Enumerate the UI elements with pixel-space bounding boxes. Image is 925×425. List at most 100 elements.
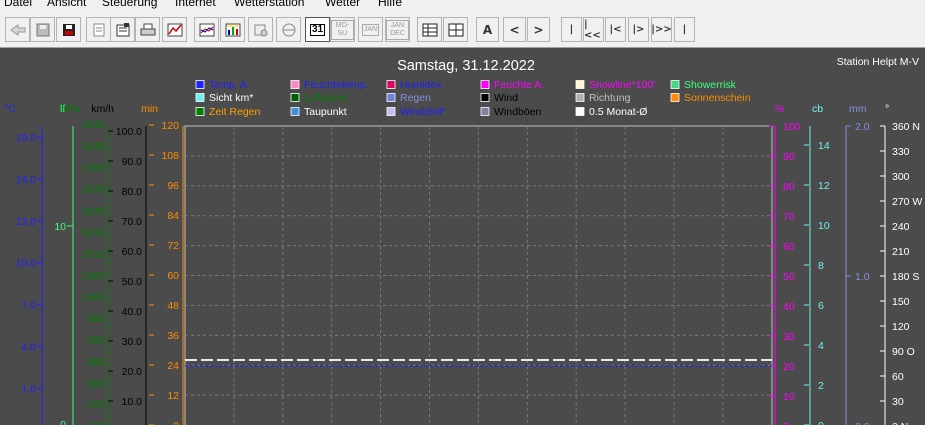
period-day-button[interactable]: 31 <box>305 17 330 42</box>
axis-tick-hpa: 1040 <box>82 119 106 131</box>
back-button[interactable] <box>5 17 30 42</box>
disk-button[interactable] <box>56 17 81 42</box>
axis-tick-hpa: 970 <box>87 421 105 425</box>
menu-wetterstation[interactable]: Wetterstation <box>234 0 304 10</box>
nav-button-5[interactable]: | <box>674 17 695 42</box>
axis-tick-hpa: 990 <box>87 335 105 347</box>
chart-colors-button[interactable] <box>194 17 219 42</box>
axis-tick-temp: 4.0 <box>21 341 36 353</box>
axis-tick-pct: 20 <box>783 361 795 373</box>
axis-tick-hpa: 980 <box>87 378 105 390</box>
period-month-button[interactable]: JAN <box>358 17 383 42</box>
legend-swatch <box>480 93 490 102</box>
axis-tick-temp: 7.0 <box>21 300 36 312</box>
axis-unit-pct: % <box>775 103 784 115</box>
axis-tick-hpa: 1000 <box>82 292 106 304</box>
axis-tick-hpa: 975 <box>87 399 105 411</box>
print-icon <box>139 22 157 38</box>
axis-tick-cb: 2 <box>818 380 824 392</box>
nav-label-0: | <box>569 24 574 35</box>
chart-sun-button[interactable] <box>248 17 273 42</box>
legend-label: Snowline*100' <box>589 79 655 91</box>
legend-swatch <box>575 107 585 116</box>
legend-label: Zeit Regen <box>209 106 261 118</box>
menu-internet[interactable]: Internet <box>175 0 216 10</box>
axis-tick-dir: 360 N <box>892 121 920 133</box>
minmax-table-button[interactable] <box>443 17 468 42</box>
axis-tick-hpa: 1025 <box>82 184 106 196</box>
legend-swatch <box>290 80 300 89</box>
legend-label: Windböen <box>494 106 541 118</box>
legend-swatch <box>480 80 490 89</box>
minmax-table-icon <box>447 22 465 38</box>
menu-steuerung[interactable]: Steuerung <box>102 0 157 10</box>
axis-tick-temp: 1.0 <box>21 383 36 395</box>
chart-bar-button[interactable] <box>220 17 245 42</box>
chart-colors-icon <box>198 22 216 38</box>
circle-button[interactable] <box>276 17 301 42</box>
axis-tick-pct: 40 <box>783 301 795 313</box>
nav-button-0[interactable]: | <box>561 17 582 42</box>
legend-swatch <box>480 107 490 116</box>
axis-tick-min: 84 <box>167 210 179 222</box>
nav-button-4[interactable]: |>> <box>651 17 672 42</box>
save-button[interactable] <box>30 17 55 42</box>
axis-tick-kmh: 70.0 <box>122 216 143 228</box>
axis-tick-min: 96 <box>167 180 179 192</box>
axis-tick-kmh: 60.0 <box>122 246 143 258</box>
legend-swatch <box>290 93 300 102</box>
legend-swatch <box>195 107 205 116</box>
axis-tick-dir: 270 W <box>892 196 922 208</box>
period-week-button[interactable]: MO-SU <box>330 17 355 42</box>
axis-tick-pct: 0 <box>783 421 789 425</box>
app-window: Datei Ansicht Steuerung Internet Wetterstati… <box>0 0 925 425</box>
menu-ansicht[interactable]: Ansicht <box>47 0 86 10</box>
menu-hilfe[interactable]: Hilfe <box>378 0 402 10</box>
legend-swatch <box>290 107 300 116</box>
nav-button-1[interactable]: |<< <box>583 17 604 42</box>
print-button[interactable] <box>135 17 160 42</box>
axis-tick-hpa: 985 <box>87 356 105 368</box>
legend-swatch <box>386 93 396 102</box>
next-button[interactable]: > <box>527 17 550 42</box>
chart-button[interactable] <box>162 17 187 42</box>
axis-tick-cb: 6 <box>818 300 824 312</box>
legend-label: Feuchtetemp. <box>304 79 368 91</box>
legend-label: Humidex <box>400 79 442 91</box>
axis-tick-hpa: 1010 <box>82 248 106 260</box>
axis-unit-dir: ° <box>885 103 889 115</box>
period-year-button[interactable]: JAN DEC <box>385 17 410 42</box>
axis-tick-kmh: 100.0 <box>116 126 142 138</box>
axis-tick-hpa: 1030 <box>82 162 106 174</box>
axis-tick-cb: 4 <box>818 340 824 352</box>
axis-tick-hpa: 1035 <box>82 141 106 153</box>
axis-tick-dir: 180 S <box>892 271 919 283</box>
prev-button-label: < <box>509 22 520 37</box>
legend-swatch <box>575 93 585 102</box>
nav-button-2[interactable]: |< <box>605 17 626 42</box>
legend-label: Feuchte A. <box>494 79 544 91</box>
axis-tick-pct: 50 <box>783 271 795 283</box>
axis-tick-min: 120 <box>161 120 179 132</box>
text-button[interactable]: A <box>476 17 499 42</box>
axis-tick-temp: 10.0 <box>16 258 37 270</box>
axis-tick-dir: 0 N <box>892 421 908 425</box>
axis-tick-pct: 80 <box>783 181 795 193</box>
menu-datei[interactable]: Datei <box>4 0 32 10</box>
axis-tick-pct: 60 <box>783 241 795 253</box>
menu-wetter[interactable]: Wetter <box>325 0 360 10</box>
axis-tick-min: 48 <box>167 300 179 312</box>
notes-button[interactable] <box>110 17 135 42</box>
axis-tick-min: 36 <box>167 330 179 342</box>
list-icon <box>90 22 108 38</box>
legend-label: Sicht km* <box>209 92 253 104</box>
prev-button[interactable]: < <box>503 17 526 42</box>
table-button[interactable] <box>417 17 442 42</box>
period-month-button-label: JAN <box>361 23 380 36</box>
list-button[interactable] <box>86 17 111 42</box>
nav-button-3[interactable]: |> <box>628 17 649 42</box>
axis-tick-mm: 2.0 <box>855 121 870 133</box>
nav-label-3: |> <box>632 24 645 35</box>
nav-label-4: |>> <box>651 24 672 35</box>
axis-unit-mm: mm <box>849 103 867 115</box>
